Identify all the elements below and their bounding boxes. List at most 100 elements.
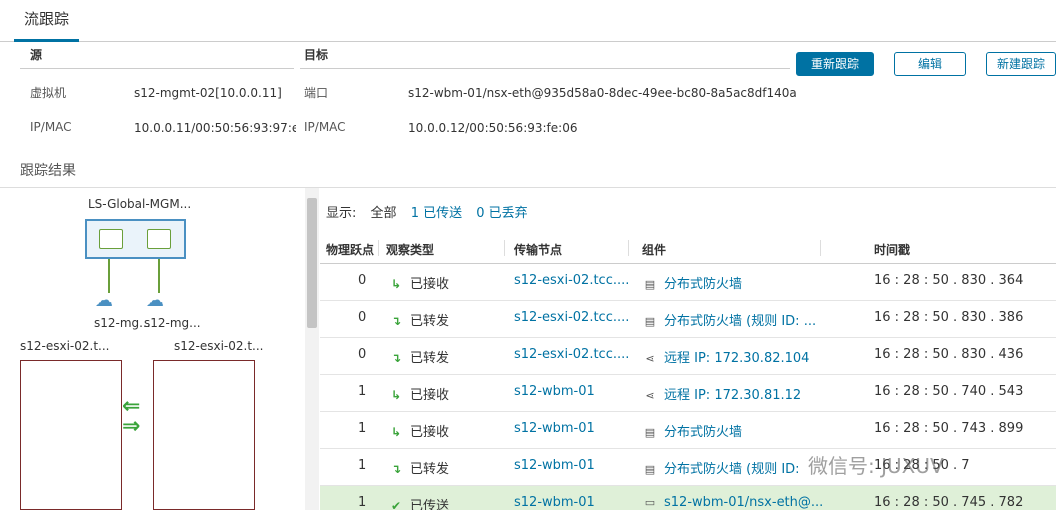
type-label: 已接收 <box>410 425 450 440</box>
type-cell: ↳ 已接收 <box>388 421 449 440</box>
type-cell: ↴ 已转发 <box>388 347 449 366</box>
filter-all[interactable]: 全部 <box>371 206 397 221</box>
component-link[interactable]: ⋖ 远程 IP: 172.30.81.12 <box>642 384 801 403</box>
host2-box[interactable] <box>153 360 255 510</box>
vm2-label[interactable]: s12-mg... <box>144 316 201 330</box>
target-header: 目标 <box>304 48 329 62</box>
segment-label: LS-Global-MGM... <box>88 197 192 211</box>
col-time[interactable]: 时间戳 <box>874 241 910 258</box>
retrace-button[interactable]: 重新跟踪 <box>796 52 874 76</box>
col-separator <box>628 240 629 256</box>
node-link[interactable]: s12-wbm-01 <box>514 384 595 399</box>
forwarded-icon: ↴ <box>390 314 402 328</box>
col-hop[interactable]: 物理跃点 <box>326 241 374 258</box>
col-separator <box>378 240 379 256</box>
target-ipmac-label: IP/MAC <box>304 120 346 134</box>
target-divider <box>300 68 790 69</box>
firewall-icon: ▤ <box>644 463 656 476</box>
table-row[interactable]: 0 ↳ 已接收 s12-esxi-02.tcc.... ▤ 分布式防火墙 16 : 28 :… <box>320 264 1056 301</box>
delivered-icon: ✔ <box>390 499 402 510</box>
table-row[interactable]: 1 ↳ 已接收 s12-wbm-01 ⋖ 远程 IP: 172.30.81.12 16 : … <box>320 375 1056 412</box>
node-link[interactable]: s12-wbm-01 <box>514 495 595 510</box>
port-icon <box>99 229 123 249</box>
port-icon <box>147 229 171 249</box>
forwarded-icon: ↴ <box>390 462 402 476</box>
filter-bar: 显示: 全部 1 已传送 0 已丢弃 <box>326 202 538 221</box>
share-icon: ⋖ <box>645 389 655 402</box>
watermark: 微信号: JUXUV <box>808 454 944 478</box>
type-cell: ↳ 已接收 <box>388 273 449 292</box>
type-label: 已转发 <box>410 314 450 329</box>
component-link[interactable]: ▭ s12-wbm-01/nsx-eth@... <box>642 495 824 510</box>
col-separator <box>820 240 821 256</box>
filter-delivered[interactable]: 1 已传送 <box>411 206 462 221</box>
col-separator <box>504 240 505 256</box>
hop-cell: 1 <box>358 384 367 399</box>
timestamp-cell: 16 : 28 : 50 . 830 . 364 <box>874 273 1024 288</box>
link-line <box>158 259 160 293</box>
type-label: 已传送 <box>410 499 450 510</box>
host1-box[interactable] <box>20 360 122 510</box>
col-type[interactable]: 观察类型 <box>386 241 434 258</box>
received-icon: ↳ <box>390 388 402 402</box>
source-vm-label: 虚拟机 <box>30 86 67 100</box>
hop-cell: 0 <box>358 310 367 325</box>
cloud-icon: ☁ <box>95 290 113 311</box>
source-ipmac-label: IP/MAC <box>30 120 72 134</box>
source-vm-value: s12-mgmt-02[10.0.0.11] <box>134 86 282 100</box>
table-row[interactable]: 1 ↴ 已转发 s12-wbm-01 ▤ 分布式防火墙 (规则 ID: 16 : 28 : … <box>320 449 1056 486</box>
component-label[interactable]: 分布式防火墙 <box>664 425 742 440</box>
filter-dropped[interactable]: 0 已丢弃 <box>476 206 527 221</box>
component-label[interactable]: 远程 IP: 172.30.81.12 <box>664 388 801 403</box>
table-header: 物理跃点 观察类型 传输节点 组件 时间戳 <box>320 232 1056 264</box>
host2-label: s12-esxi-02.t... <box>174 339 264 353</box>
component-label[interactable]: 分布式防火墙 <box>664 277 742 292</box>
tab-flow-trace[interactable]: 流跟踪 <box>14 0 80 42</box>
component-link[interactable]: ▤ 分布式防火墙 (规则 ID: <box>642 458 800 477</box>
forwarded-icon: ↴ <box>390 351 402 365</box>
timestamp-cell: 16 : 28 : 50 . 740 . 543 <box>874 384 1024 399</box>
hop-cell: 1 <box>358 421 367 436</box>
firewall-icon: ▤ <box>644 426 656 439</box>
vm1-label[interactable]: s12-mg... <box>94 316 151 330</box>
component-link[interactable]: ▤ 分布式防火墙 <box>642 273 742 292</box>
new-trace-button[interactable]: 新建跟踪 <box>986 52 1056 76</box>
col-node[interactable]: 传输节点 <box>514 241 562 258</box>
filter-label: 显示: <box>326 206 357 221</box>
type-cell: ↳ 已接收 <box>388 384 449 403</box>
node-link[interactable]: s12-esxi-02.tcc.... <box>514 347 629 362</box>
type-label: 已转发 <box>410 351 450 366</box>
link-line <box>108 259 110 293</box>
timestamp-cell: 16 : 28 : 50 . 743 . 899 <box>874 421 1024 436</box>
component-label[interactable]: s12-wbm-01/nsx-eth@... <box>664 495 823 510</box>
timestamp-cell: 16 : 28 : 50 . 745 . 782 <box>874 495 1024 510</box>
col-component[interactable]: 组件 <box>642 241 666 258</box>
type-label: 已接收 <box>410 388 450 403</box>
type-cell: ↴ 已转发 <box>388 310 449 329</box>
scrollbar[interactable] <box>305 188 319 510</box>
component-link[interactable]: ⋖ 远程 IP: 172.30.82.104 <box>642 347 809 366</box>
component-link[interactable]: ▤ 分布式防火墙 <box>642 421 742 440</box>
table-row[interactable]: 0 ↴ 已转发 s12-esxi-02.tcc.... ▤ 分布式防火墙 (规则 ID: … <box>320 301 1056 338</box>
firewall-icon: ▤ <box>644 278 656 291</box>
node-link[interactable]: s12-esxi-02.tcc.... <box>514 273 629 288</box>
scrollbar-thumb[interactable] <box>307 198 317 328</box>
table-row[interactable]: 0 ↴ 已转发 s12-esxi-02.tcc.... ⋖ 远程 IP: 172.30.8… <box>320 338 1056 375</box>
edit-button[interactable]: 编辑 <box>894 52 966 76</box>
type-cell: ✔ 已传送 <box>388 495 449 510</box>
component-label[interactable]: 远程 IP: 172.30.82.104 <box>664 351 809 366</box>
type-cell: ↴ 已转发 <box>388 458 449 477</box>
hop-cell: 0 <box>358 347 367 362</box>
target-ipmac-value: 10.0.0.12/00:50:56:93:fe:06 <box>408 121 578 135</box>
table-row[interactable]: 1 ✔ 已传送 s12-wbm-01 ▭ s12-wbm-01/nsx-eth@... 16… <box>320 486 1056 510</box>
source-ipmac-value: 10.0.0.11/00:50:56:93:97:ec <box>134 121 296 135</box>
segment-box[interactable] <box>85 219 186 259</box>
component-label[interactable]: 分布式防火墙 (规则 ID: ... <box>664 314 816 329</box>
node-link[interactable]: s12-wbm-01 <box>514 458 595 473</box>
component-label[interactable]: 分布式防火墙 (规则 ID: <box>664 462 800 477</box>
table-row[interactable]: 1 ↳ 已接收 s12-wbm-01 ▤ 分布式防火墙 16 : 28 : 50 . 743… <box>320 412 1056 449</box>
node-link[interactable]: s12-wbm-01 <box>514 421 595 436</box>
hop-cell: 1 <box>358 458 367 473</box>
node-link[interactable]: s12-esxi-02.tcc.... <box>514 310 629 325</box>
component-link[interactable]: ▤ 分布式防火墙 (规则 ID: ... <box>642 310 816 329</box>
